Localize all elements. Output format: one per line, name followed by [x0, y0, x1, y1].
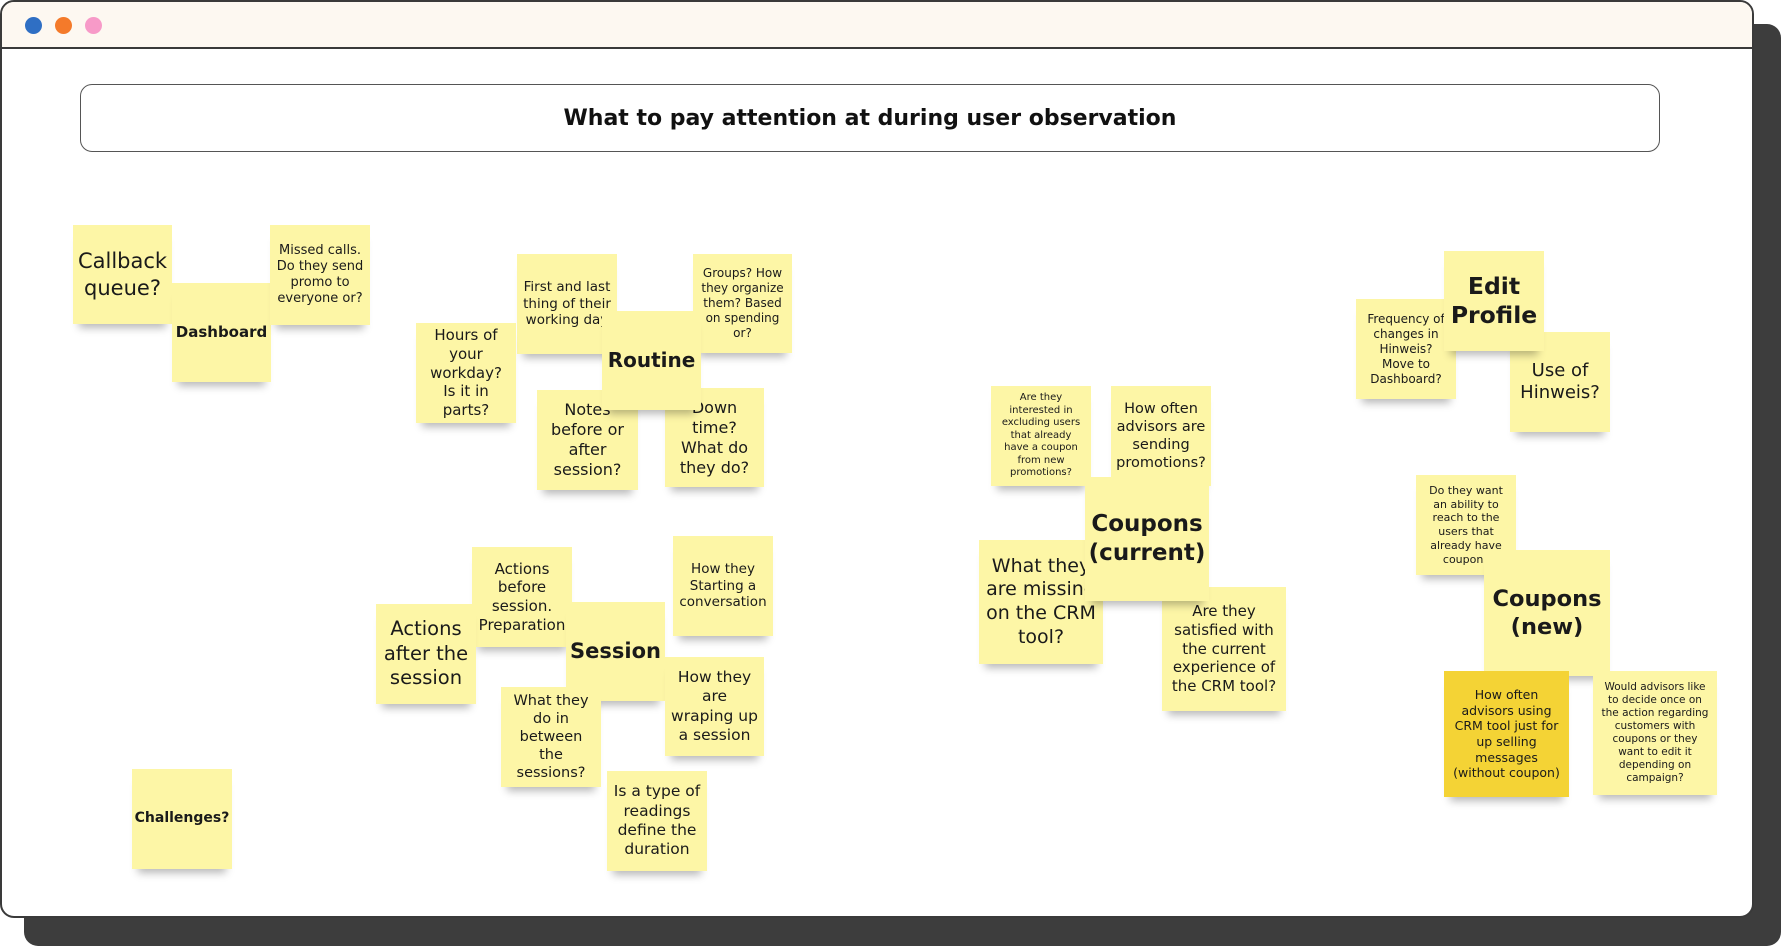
- sticky-note-groups[interactable]: Groups? How they organize them? Based on…: [693, 254, 792, 353]
- sticky-note-frequency-changes[interactable]: Frequency of changes in Hinweis? Move to…: [1356, 299, 1456, 399]
- sticky-note-actions-before[interactable]: Actions before session. Preparation: [472, 547, 572, 647]
- sticky-note-hours-workday[interactable]: Hours of your workday? Is it in parts?: [416, 323, 516, 423]
- sticky-note-how-starting[interactable]: How they Starting a conversation: [673, 536, 773, 636]
- sticky-note-readings-type[interactable]: Is a type of readings define the duratio…: [607, 771, 707, 871]
- sticky-note-upselling[interactable]: How often advisors using CRM tool just f…: [1444, 671, 1569, 797]
- sticky-note-callback-queue[interactable]: Callback queue?: [73, 225, 172, 324]
- sticky-note-how-often-sending[interactable]: How often advisors are sending promotion…: [1111, 386, 1211, 486]
- sticky-note-dashboard[interactable]: Dashboard: [172, 283, 271, 382]
- sticky-note-missed-calls[interactable]: Missed calls. Do they send promo to ever…: [270, 225, 370, 325]
- title-bar: [2, 2, 1752, 49]
- sticky-note-in-between[interactable]: What they do in between the sessions?: [501, 687, 601, 787]
- sticky-note-challenges[interactable]: Challenges?: [132, 769, 232, 869]
- sticky-note-excluding-users[interactable]: Are they interested in excluding users t…: [991, 386, 1091, 486]
- maximize-dot[interactable]: [85, 17, 102, 34]
- sticky-note-edit-profile[interactable]: Edit Profile: [1444, 251, 1544, 351]
- app-window: What to pay attention at during user obs…: [0, 0, 1754, 918]
- sticky-note-routine[interactable]: Routine: [602, 311, 701, 410]
- sticky-note-coupons-current[interactable]: Coupons (current): [1085, 477, 1209, 601]
- sticky-note-decide-once[interactable]: Would advisors like to decide once on th…: [1593, 671, 1717, 795]
- sticky-note-wraping-up[interactable]: How they are wraping up a session: [665, 657, 764, 756]
- minimize-dot[interactable]: [55, 17, 72, 34]
- whiteboard-canvas[interactable]: What to pay attention at during user obs…: [2, 49, 1752, 916]
- board-title[interactable]: What to pay attention at during user obs…: [80, 84, 1660, 152]
- sticky-note-satisfied-crm[interactable]: Are they satisfied with the current expe…: [1162, 587, 1286, 711]
- close-dot[interactable]: [25, 17, 42, 34]
- sticky-note-actions-after[interactable]: Actions after the session: [376, 604, 476, 704]
- sticky-note-coupons-new[interactable]: Coupons (new): [1484, 550, 1610, 676]
